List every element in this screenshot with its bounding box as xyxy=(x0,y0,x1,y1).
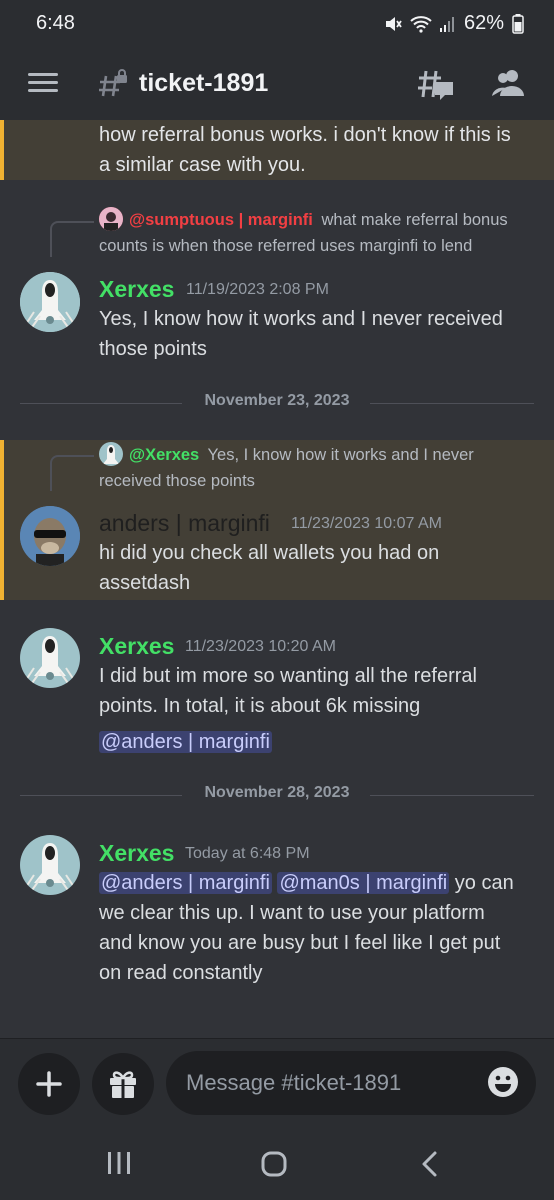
signal-icon xyxy=(439,15,456,33)
system-nav-bar xyxy=(0,1128,554,1200)
channel-title: ticket-1891 xyxy=(139,69,269,97)
reply-author[interactable]: @Xerxes xyxy=(129,446,199,464)
date-divider: November 28, 2023 xyxy=(20,784,534,806)
message-text: @anders | marginfi @man0s | marginfi yo … xyxy=(99,872,514,984)
reply-text: counts is when those referred uses margi… xyxy=(99,237,473,255)
reply-preview[interactable]: @Xerxes Yes, I know how it works and I n… xyxy=(99,442,539,494)
avatar[interactable] xyxy=(20,835,80,895)
message-author[interactable]: Xerxes xyxy=(99,276,174,303)
message-timestamp: Today at 6:48 PM xyxy=(185,845,310,862)
menu-icon[interactable] xyxy=(28,70,58,99)
message-text: how referral bonus works. i don't know i… xyxy=(99,124,511,176)
message-composer: Message #ticket-1891 xyxy=(0,1038,554,1128)
back-icon[interactable] xyxy=(418,1150,442,1183)
message-author[interactable]: Xerxes xyxy=(99,840,174,867)
recent-apps-icon[interactable] xyxy=(106,1150,132,1181)
reply-text: Yes, I know how it works and I never xyxy=(207,446,474,464)
message-list[interactable]: how referral bonus works. i don't know i… xyxy=(0,120,554,1038)
reply-preview[interactable]: @sumptuous | marginfi what make referral… xyxy=(99,207,539,259)
message-author[interactable]: Xerxes xyxy=(99,633,174,660)
reply-connector xyxy=(50,455,94,491)
emoji-icon[interactable] xyxy=(486,1065,520,1104)
reply-connector xyxy=(50,221,94,257)
battery-icon xyxy=(512,13,524,34)
gift-button[interactable] xyxy=(92,1053,154,1115)
home-icon[interactable] xyxy=(260,1150,288,1183)
message-text: hi did you check all wallets you had on … xyxy=(99,542,440,594)
message-text: I did but im more so wanting all the ref… xyxy=(99,665,477,753)
gift-icon xyxy=(110,1071,136,1098)
avatar xyxy=(99,207,123,231)
status-time: 6:48 xyxy=(36,12,75,34)
avatar[interactable] xyxy=(20,628,80,688)
channel-header: ticket-1891 xyxy=(0,50,554,120)
message-text: Yes, I know how it works and I never rec… xyxy=(99,308,503,360)
battery-percent: 62% xyxy=(463,12,504,34)
mute-icon xyxy=(384,15,402,33)
date-divider: November 23, 2023 xyxy=(20,392,534,414)
reply-author[interactable]: @sumptuous | marginfi xyxy=(129,211,313,229)
message-author[interactable]: anders | marginfi xyxy=(99,510,270,537)
avatar xyxy=(99,442,123,466)
user-mention[interactable]: @anders | marginfi xyxy=(99,731,272,753)
wifi-icon xyxy=(410,15,432,33)
avatar[interactable] xyxy=(20,272,80,332)
message-timestamp: 11/23/2023 10:07 AM xyxy=(291,515,442,532)
user-mention[interactable]: @man0s | marginfi xyxy=(277,872,450,894)
attach-button[interactable] xyxy=(18,1053,80,1115)
reply-text: received those points xyxy=(99,472,255,490)
plus-icon xyxy=(36,1071,62,1097)
user-mention[interactable]: @anders | marginfi xyxy=(99,872,272,894)
message-input[interactable]: Message #ticket-1891 xyxy=(166,1051,536,1115)
message-input-placeholder: Message #ticket-1891 xyxy=(186,1070,402,1095)
avatar[interactable] xyxy=(20,506,80,566)
channel-lock-icon xyxy=(98,68,128,103)
members-icon[interactable] xyxy=(490,67,526,104)
status-bar: 6:48 62% xyxy=(0,0,554,50)
message-timestamp: 11/23/2023 10:20 AM xyxy=(185,638,336,655)
threads-icon[interactable] xyxy=(417,67,455,106)
reply-text: what make referral bonus xyxy=(321,211,508,229)
message-timestamp: 11/19/2023 2:08 PM xyxy=(186,281,329,298)
